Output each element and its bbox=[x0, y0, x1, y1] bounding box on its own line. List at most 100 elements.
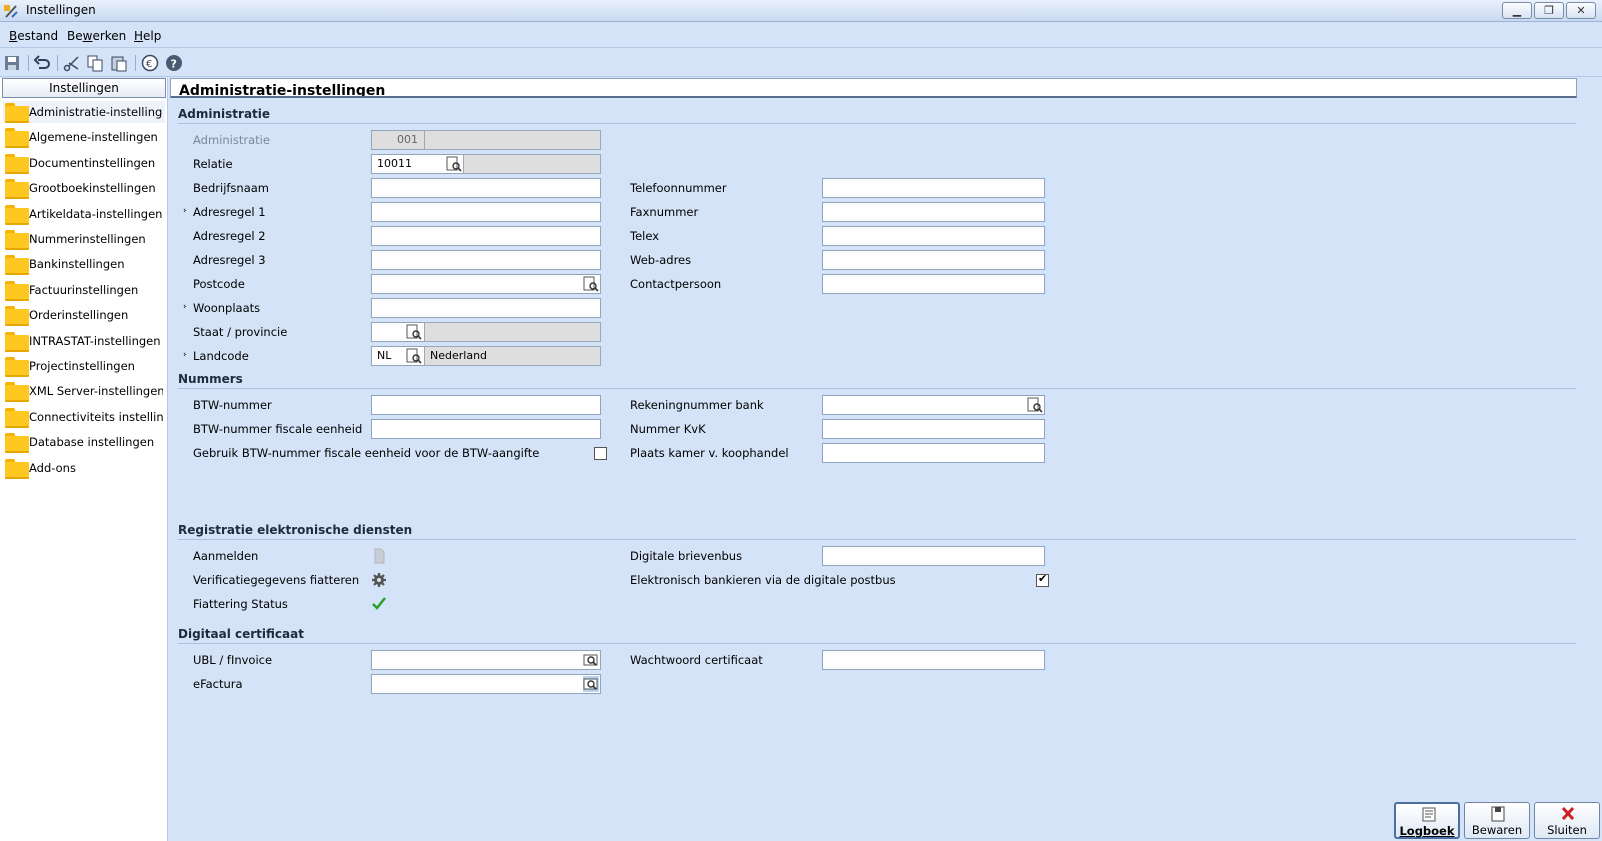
sidebar-item-label: Documentinstellingen bbox=[29, 155, 156, 170]
kvk-field[interactable] bbox=[822, 419, 1045, 439]
kvk-label: Nummer KvK bbox=[630, 422, 706, 436]
expand-chevron-icon[interactable]: › bbox=[183, 350, 187, 360]
browse-file-icon[interactable] bbox=[583, 652, 599, 668]
euro-icon[interactable]: € bbox=[141, 54, 159, 72]
verificatie-label: Verificatiegegevens fiatteren bbox=[193, 573, 360, 587]
folder-icon bbox=[5, 458, 29, 479]
browse-file-icon[interactable] bbox=[583, 676, 599, 692]
sidebar-item[interactable]: XML Server-instellingen bbox=[3, 380, 165, 403]
document-icon[interactable] bbox=[371, 548, 387, 564]
help-icon[interactable]: ? bbox=[165, 54, 183, 72]
ubl-label: UBL / fInvoice bbox=[193, 653, 273, 667]
woonplaats-field[interactable] bbox=[371, 298, 601, 318]
lookup-icon[interactable] bbox=[446, 156, 462, 172]
folder-icon bbox=[5, 280, 29, 301]
menu-bar: Bestand Bewerken Help bbox=[0, 22, 1602, 48]
sidebar-item[interactable]: Orderinstellingen bbox=[3, 304, 165, 327]
save-icon bbox=[1491, 806, 1505, 822]
close-window-button[interactable]: ✕ bbox=[1566, 2, 1596, 19]
lookup-icon[interactable] bbox=[583, 276, 599, 292]
sidebar-item-label: Nummerinstellingen bbox=[29, 232, 146, 246]
section-registratie: Registratie elektronische diensten bbox=[178, 523, 413, 537]
bewaren-button[interactable]: Bewaren bbox=[1464, 802, 1530, 839]
menu-bewerken[interactable]: Bewerken bbox=[67, 29, 126, 43]
adresregel2-field[interactable] bbox=[371, 226, 601, 246]
postcode-field[interactable] bbox=[371, 274, 601, 294]
sidebar-item[interactable]: Artikeldata-instellingen bbox=[3, 203, 165, 225]
sidebar-item-label: Add-ons bbox=[29, 460, 76, 475]
landcode-label: Landcode bbox=[193, 349, 249, 363]
sidebar-item[interactable]: Projectinstellingen bbox=[3, 355, 165, 377]
contact-field[interactable] bbox=[822, 274, 1045, 294]
rekening-field[interactable] bbox=[822, 395, 1045, 415]
fax-label: Faxnummer bbox=[630, 205, 699, 219]
wachtwoord-field[interactable] bbox=[822, 650, 1045, 670]
sidebar-item[interactable]: Grootboekinstellingen bbox=[3, 177, 165, 200]
wachtwoord-label: Wachtwoord certificaat bbox=[630, 653, 763, 667]
expand-chevron-icon[interactable]: › bbox=[183, 302, 187, 312]
sidebar-item-label: Factuurinstellingen bbox=[29, 282, 139, 297]
bedrijfsnaam-label: Bedrijfsnaam bbox=[193, 181, 270, 195]
adresregel1-field[interactable] bbox=[371, 202, 601, 222]
save-icon[interactable] bbox=[3, 54, 21, 72]
telex-label: Telex bbox=[630, 229, 660, 243]
sidebar-item[interactable]: Documentinstellingen bbox=[3, 152, 165, 174]
minimize-button[interactable]: ▁ bbox=[1502, 2, 1532, 19]
sidebar-item[interactable]: Bankinstellingen bbox=[3, 253, 165, 276]
sidebar-item[interactable]: Nummerinstellingen bbox=[3, 228, 165, 250]
adresregel3-label: Adresregel 3 bbox=[193, 253, 266, 267]
paste-icon[interactable] bbox=[110, 54, 128, 72]
folder-icon bbox=[5, 103, 29, 123]
close-icon: ✕ bbox=[1576, 4, 1586, 17]
folder-icon bbox=[5, 306, 29, 327]
main-panel: Administratie-instellingen Administratie… bbox=[170, 78, 1602, 841]
btw-fiscaal-field[interactable] bbox=[371, 419, 601, 439]
lookup-icon[interactable] bbox=[406, 324, 422, 340]
rekening-label: Rekeningnummer bank bbox=[630, 398, 764, 412]
web-label: Web-adres bbox=[630, 253, 692, 267]
folder-icon bbox=[5, 433, 29, 454]
lookup-icon[interactable] bbox=[1027, 397, 1043, 413]
telefoon-label: Telefoonnummer bbox=[630, 181, 727, 195]
logboek-button[interactable]: Logboek bbox=[1394, 802, 1460, 839]
administratie-label: Administratie bbox=[193, 133, 270, 147]
sidebar-item[interactable]: Administratie-instellingen bbox=[3, 101, 165, 123]
copy-icon[interactable] bbox=[86, 54, 104, 72]
fax-field[interactable] bbox=[822, 202, 1045, 222]
telefoon-field[interactable] bbox=[822, 178, 1045, 198]
gebruik-btw-checkbox[interactable] bbox=[594, 447, 607, 460]
sidebar-item-label: Bankinstellingen bbox=[29, 257, 125, 272]
bankieren-label: Elektronisch bankieren via de digitale p… bbox=[630, 573, 896, 587]
menu-help[interactable]: Help bbox=[134, 29, 161, 43]
sidebar-item[interactable]: Factuurinstellingen bbox=[3, 279, 165, 301]
undo-icon[interactable] bbox=[33, 54, 51, 72]
adresregel3-field[interactable] bbox=[371, 250, 601, 270]
cut-icon[interactable] bbox=[63, 54, 81, 72]
sidebar-item[interactable]: INTRASTAT-instellingen bbox=[3, 330, 165, 352]
bankieren-checkbox[interactable] bbox=[1036, 572, 1049, 587]
window-title: Instellingen bbox=[26, 3, 96, 17]
sidebar-item-label: Grootboekinstellingen bbox=[29, 181, 156, 196]
woonplaats-label: Woonplaats bbox=[193, 301, 261, 315]
telex-field[interactable] bbox=[822, 226, 1045, 246]
plaats-kamer-field[interactable] bbox=[822, 443, 1045, 463]
app-tools-icon bbox=[4, 5, 18, 18]
lookup-icon[interactable] bbox=[406, 348, 422, 364]
expand-chevron-icon[interactable]: › bbox=[183, 206, 187, 216]
menu-bestand[interactable]: Bestand bbox=[9, 29, 58, 43]
efactura-field[interactable] bbox=[371, 674, 601, 694]
brievenbus-field[interactable] bbox=[822, 546, 1045, 566]
sidebar-item[interactable]: Database instellingen bbox=[3, 431, 165, 454]
gear-icon[interactable] bbox=[371, 572, 387, 588]
restore-button[interactable]: ❐ bbox=[1534, 2, 1564, 19]
btw-field[interactable] bbox=[371, 395, 601, 415]
brievenbus-label: Digitale brievenbus bbox=[630, 549, 743, 563]
web-field[interactable] bbox=[822, 250, 1045, 270]
ubl-field[interactable] bbox=[371, 650, 601, 670]
sidebar-item[interactable]: Connectiviteits instellin... bbox=[3, 406, 165, 428]
folder-icon bbox=[5, 179, 29, 200]
sidebar-item[interactable]: Algemene-instellingen bbox=[3, 126, 165, 149]
sluiten-button[interactable]: Sluiten bbox=[1534, 802, 1600, 839]
bedrijfsnaam-field[interactable] bbox=[371, 178, 601, 198]
sidebar-item[interactable]: Add-ons bbox=[3, 457, 165, 479]
